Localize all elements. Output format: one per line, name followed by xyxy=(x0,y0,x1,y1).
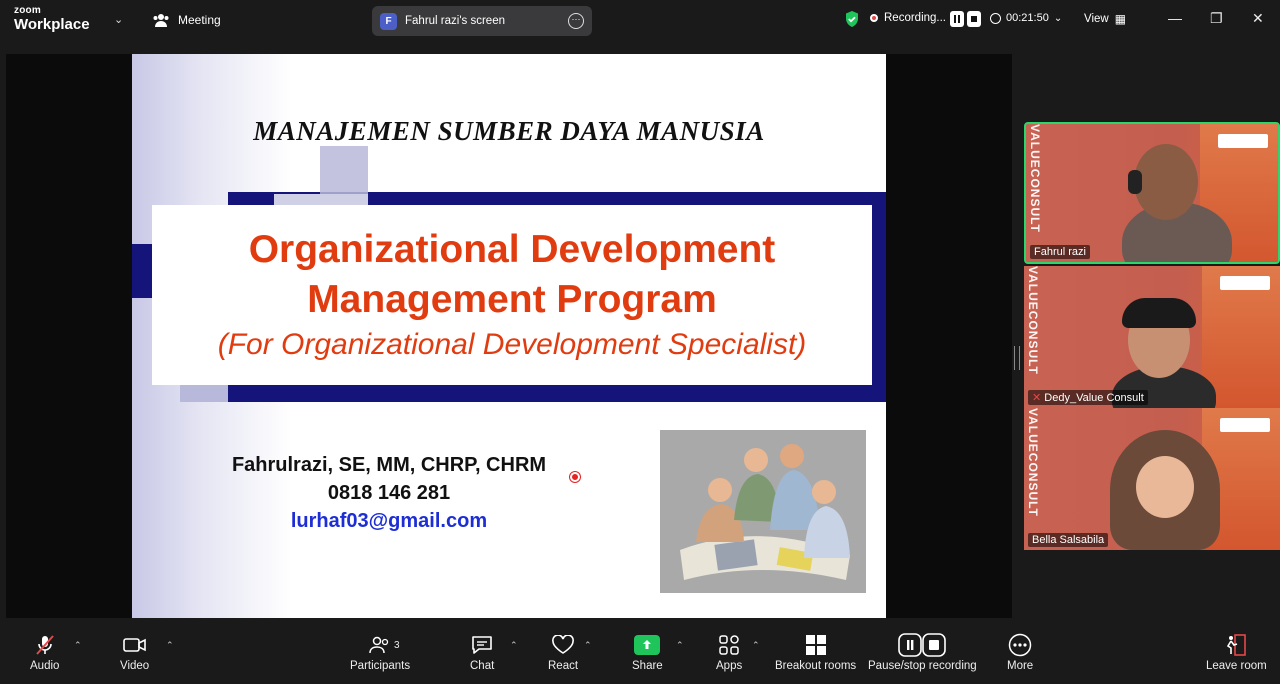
participants-button[interactable]: Participants xyxy=(350,632,410,672)
participant-name: Fahrul razi xyxy=(1030,245,1090,259)
chevron-down-icon: ⌄ xyxy=(1053,12,1063,24)
top-bar: zoom Workplace ⌄ Meeting F Fahrul razi's… xyxy=(0,0,1280,40)
audio-button[interactable]: Audio xyxy=(30,632,59,672)
brand-logo xyxy=(1218,134,1268,148)
breakout-rooms-button[interactable]: Breakout rooms xyxy=(775,632,856,672)
react-label: React xyxy=(548,660,579,672)
participants-icon xyxy=(369,632,391,658)
pause-recording-icon[interactable] xyxy=(950,11,964,27)
participant-face xyxy=(1136,456,1194,518)
leave-icon xyxy=(1224,632,1248,658)
video-label: Video xyxy=(120,660,150,672)
close-icon[interactable]: ✕ xyxy=(1252,10,1264,27)
pause-stop-recording-label: Pause/stop recording xyxy=(868,660,977,672)
chat-button[interactable]: Chat xyxy=(470,632,494,672)
breakout-rooms-label: Breakout rooms xyxy=(775,660,857,672)
minimize-icon[interactable]: — xyxy=(1168,10,1182,26)
mic-muted-icon xyxy=(34,632,56,658)
pause-stop-recording-button[interactable]: Pause/stop recording xyxy=(868,632,977,672)
caret-up-icon[interactable]: ⌃ xyxy=(510,640,518,651)
participant-tile[interactable]: VALUECONSULT Bella Salsabila xyxy=(1024,408,1280,550)
caret-up-icon[interactable]: ⌃ xyxy=(166,640,174,651)
slide-subtitle: (For Organizational Development Speciali… xyxy=(217,328,807,361)
participants-count: 3 xyxy=(394,640,400,651)
heart-icon xyxy=(551,632,575,658)
stop-recording-icon[interactable] xyxy=(967,11,981,27)
caret-up-icon[interactable]: ⌃ xyxy=(752,640,760,651)
headset-icon xyxy=(1128,170,1142,194)
tile-brand-text: VALUECONSULT xyxy=(1026,408,1040,517)
recording-controls xyxy=(950,11,981,27)
slide-title-line2: Management Program xyxy=(307,278,717,321)
apps-icon xyxy=(718,632,740,658)
caret-up-icon[interactable]: ⌃ xyxy=(74,640,82,651)
brand-logo xyxy=(1220,418,1270,432)
shield-check-icon[interactable] xyxy=(844,10,860,28)
timer-value: 00:21:50 xyxy=(1006,12,1049,24)
meeting-info-button[interactable]: Meeting xyxy=(152,12,221,28)
slide-phone: 0818 146 281 xyxy=(327,482,451,504)
slide-author: Fahrulrazi, SE, MM, CHRP, CHRM xyxy=(231,454,547,476)
meeting-toolbar: Audio ⌃ Video ⌃ Participants Chat ⌃ Reac… xyxy=(0,628,1280,684)
apps-label: Apps xyxy=(716,660,743,672)
more-options-icon[interactable]: ··· xyxy=(568,13,584,29)
presentation-slide: MANAJEMEN SUMBER DAYA MANUSIA Organizati… xyxy=(132,54,886,618)
mic-muted-icon: ✕ xyxy=(1032,392,1042,404)
people-icon xyxy=(153,14,169,27)
zoom-logo[interactable]: zoom Workplace xyxy=(14,5,90,33)
chevron-down-icon[interactable]: ⌄ xyxy=(114,13,123,26)
participant-name-label: Dedy_Value Consult xyxy=(1044,392,1144,404)
participant-face xyxy=(1134,144,1198,220)
participant-tile[interactable]: VALUECONSULT Fahrul razi xyxy=(1024,122,1280,264)
recording-indicator[interactable]: Recording... xyxy=(870,12,946,24)
slide-title-line1: Organizational Development xyxy=(248,228,776,271)
brand-small: zoom xyxy=(14,5,41,16)
more-label: More xyxy=(1007,660,1034,672)
recording-label: Recording... xyxy=(884,12,947,24)
pause-stop-recording-icon xyxy=(898,632,947,658)
breakout-rooms-icon xyxy=(805,632,827,658)
more-button[interactable]: More xyxy=(1007,632,1033,672)
participant-name: ✕ Dedy_Value Consult xyxy=(1028,390,1148,405)
participant-hair xyxy=(1122,298,1196,328)
share-label: Share xyxy=(632,660,663,672)
brand-big: Workplace xyxy=(14,16,90,33)
video-button[interactable]: Video xyxy=(120,632,149,672)
video-camera-icon xyxy=(122,632,147,658)
chat-label: Chat xyxy=(470,660,495,672)
caret-up-icon[interactable]: ⌃ xyxy=(676,640,684,651)
record-dot-icon xyxy=(870,14,878,22)
laser-pointer xyxy=(570,472,580,482)
sharer-avatar: F xyxy=(380,12,397,30)
screen-share-label: Fahrul razi's screen xyxy=(405,15,505,27)
audio-label: Audio xyxy=(30,660,60,672)
participants-label: Participants xyxy=(350,660,411,672)
meeting-label: Meeting xyxy=(178,13,221,27)
participant-name: Bella Salsabila xyxy=(1028,533,1109,547)
tile-brand-text: VALUECONSULT xyxy=(1028,124,1042,233)
caret-up-icon[interactable]: ⌃ xyxy=(584,640,592,651)
slide-email: lurhaf03@gmail.com xyxy=(290,510,488,532)
screen-share-indicator[interactable]: F Fahrul razi's screen ··· xyxy=(372,6,592,36)
view-label: View xyxy=(1084,13,1109,25)
tile-brand-text: VALUECONSULT xyxy=(1026,266,1040,375)
share-button[interactable]: Share xyxy=(632,632,663,672)
grid-icon: ▦ xyxy=(1114,12,1127,26)
brand-logo xyxy=(1220,276,1270,290)
participant-tile[interactable]: VALUECONSULT ✕ Dedy_Value Consult xyxy=(1024,266,1280,408)
leave-room-button[interactable]: Leave room xyxy=(1206,632,1267,672)
clock-icon xyxy=(990,12,1001,24)
restore-icon[interactable]: ❐ xyxy=(1210,10,1223,27)
view-button[interactable]: View ▦ xyxy=(1084,12,1126,26)
more-icon xyxy=(1008,632,1032,658)
share-screen-icon xyxy=(634,635,661,655)
react-button[interactable]: React xyxy=(548,632,578,672)
leave-room-label: Leave room xyxy=(1206,660,1267,672)
chat-icon xyxy=(470,632,494,658)
meeting-timer[interactable]: 00:21:50 ⌄ xyxy=(990,12,1062,24)
team-meeting-clipart xyxy=(660,430,866,593)
slide-heading: MANAJEMEN SUMBER DAYA MANUSIA xyxy=(253,116,765,146)
panel-resize-handle[interactable] xyxy=(1014,346,1020,370)
apps-button[interactable]: Apps xyxy=(716,632,742,672)
